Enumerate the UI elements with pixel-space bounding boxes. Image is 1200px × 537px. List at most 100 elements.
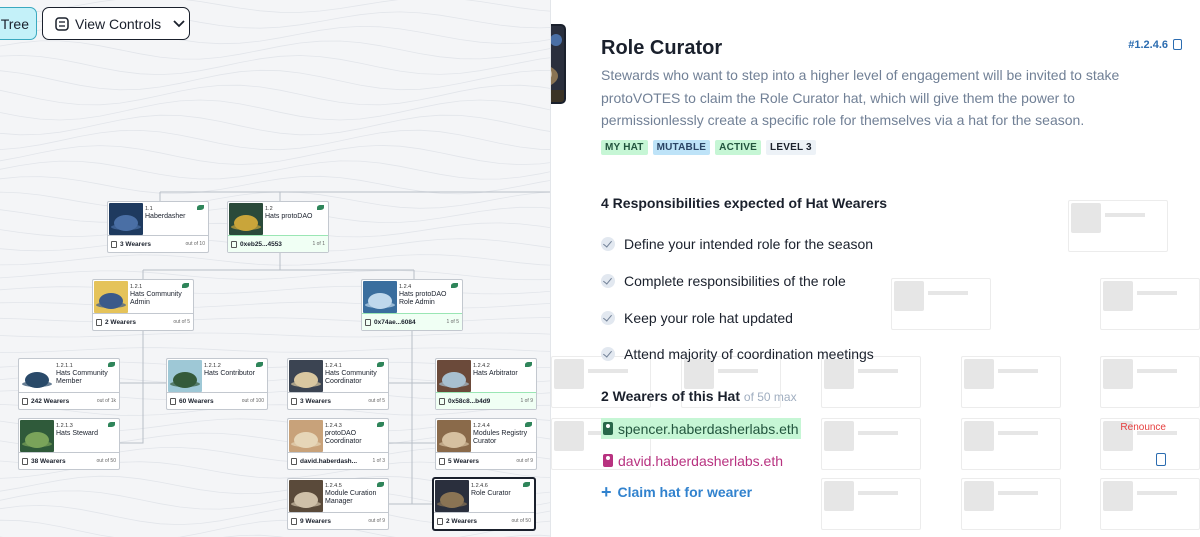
hat-node-name: protoDAO Coordinator [325,430,362,445]
hat-node-wearers: 38 Wearers [31,457,66,465]
hat-node[interactable]: 1.2.1.3 Hats Steward 38 Wearers out of 5… [18,418,120,470]
hat-node-id: 1.2.4.4 [473,423,490,429]
wearers-title: 2 Wearers of this Hat of 50 max [601,388,797,404]
faded-hat-node [1068,200,1168,252]
hat-node-footer: 242 Wearers out of 1k [19,392,119,409]
leaf-icon [108,362,115,367]
copy-icon[interactable] [1156,453,1166,466]
renounce-button[interactable]: Renounce [1120,422,1166,433]
wearer-icon [291,397,297,405]
hat-node[interactable]: 1.2 Hats protoDAO 0xeb25...4553 1 of 1 [227,201,329,253]
hat-thumbnail [229,203,263,235]
hat-node[interactable]: 1.2.1.1 Hats Community Member 242 Wearer… [18,358,120,410]
hat-title: Role Curator [601,37,723,59]
hat-node-name: Haberdasher [145,213,186,220]
faded-hat-node [821,478,921,530]
hat-node-wearers: 3 Wearers [300,397,331,405]
hat-node-footer: 2 Wearers out of 5 [93,313,193,330]
hat-node-max: out of 9 [368,518,385,524]
hat-node-id: 1.2.1.3 [56,423,73,429]
hat-node-footer: 5 Wearers out of 9 [436,452,536,469]
hat-node-name: Role Curator [471,490,511,497]
hat-node-max: 1 of 3 [372,458,385,464]
hat-node[interactable]: 1.2.4.1 Hats Community Coordinator 3 Wea… [287,358,389,410]
wallet-icon [603,454,613,467]
hat-id[interactable]: #1.2.4.6 [1128,39,1168,51]
copy-icon[interactable] [1173,39,1182,50]
claim-hat-button[interactable]: + Claim hat for wearer [601,482,752,502]
hat-node-footer: 9 Wearers out of 9 [288,512,388,529]
wearer-link[interactable]: david.haberdasherlabs.eth [601,450,785,471]
hat-node-name: Modules Registry Curator [473,430,528,445]
hat-badges: MY HAT MUTABLE ACTIVE LEVEL 3 [601,140,816,155]
hat-node-wearers: 2 Wearers [105,318,136,326]
wallet-icon [603,422,613,435]
hat-node-wearers: 0x58c8...b4d9 [448,397,491,405]
hat-node-id: 1.2.4.5 [325,483,342,489]
hat-node[interactable]: 1.1 Haberdasher 3 Wearers out of 10 [107,201,209,253]
tree-canvas[interactable]: Tree View Controls 1.1 Haberdasher 3 Wea… [0,0,551,537]
hat-node-name: Hats protoDAO [265,213,313,220]
faded-hat-node [961,356,1061,408]
hat-thumbnail [437,360,471,392]
hat-node-max: out of 5 [173,319,190,325]
hat-node-footer: 60 Wearers out of 100 [167,392,267,409]
plus-icon: + [601,482,612,502]
hat-node[interactable]: 1.2.4 Hats protoDAO Role Admin 0x74ae...… [361,279,463,331]
wearer-icon [291,517,297,525]
hat-thumbnail [109,203,143,235]
wearer-icon [439,397,445,405]
hat-node-footer: 0x58c8...b4d9 1 of 9 [436,392,536,409]
hat-node-wearers: 0xeb25...4553 [240,240,282,248]
hat-node-footer: 38 Wearers out of 50 [19,452,119,469]
hat-node[interactable]: 1.2.4.5 Module Curation Manager 9 Wearer… [287,478,389,530]
hat-node-max: out of 1k [96,398,116,404]
hat-node-id: 1.1 [145,206,153,212]
hat-node-id: 1.2.1.1 [56,363,73,369]
hat-node-name: Hats Community Coordinator [325,370,377,385]
hat-node-max: out of 50 [511,518,531,524]
hat-node-max: out of 10 [185,241,205,247]
hat-node-wearers: 9 Wearers [300,517,331,525]
wearer-icon [96,318,102,326]
wearer-icon [437,517,443,525]
wearer-link[interactable]: spencer.haberdasherlabs.eth [601,418,801,439]
responsibility-item: Keep your role hat updated [601,299,874,336]
hat-node-wearers: 0x74ae...6084 [374,318,416,326]
hat-node-id: 1.2.4.2 [473,363,490,369]
check-icon [601,237,615,252]
hat-node[interactable]: 1.2.1.2 Hats Contributor 60 Wearers out … [166,358,268,410]
leaf-icon [108,422,115,427]
hat-thumbnail [437,420,471,452]
leaf-icon [197,205,204,210]
hat-node[interactable]: 1.2.1 Hats Community Admin 2 Wearers out… [92,279,194,331]
leaf-icon [256,362,263,367]
hat-node[interactable]: 1.2.4.2 Hats Arbitrator 0x58c8...b4d9 1 … [435,358,537,410]
faded-hat-node [1100,478,1200,530]
hat-node-footer: 0x74ae...6084 1 of 5 [362,313,462,330]
hat-node-name: Hats protoDAO Role Admin [399,291,447,306]
hat-node-footer: 2 Wearers out of 50 [434,512,534,529]
hat-node-footer: 0xeb25...4553 1 of 1 [228,235,328,252]
leaf-icon [451,283,458,288]
hat-node[interactable]: 1.2.4.3 protoDAO Coordinator david.haber… [287,418,389,470]
responsibility-item: Attend majority of coordination meetings [601,336,874,373]
hat-thumbnail [289,420,323,452]
hat-detail-panel: Role Curator #1.2.4.6 Stewards who want … [551,0,1200,537]
hat-thumbnail [94,281,128,313]
leaf-icon [377,362,384,367]
leaf-icon [525,362,532,367]
mutable-badge: MUTABLE [652,140,711,155]
wearer-icon [291,457,297,465]
hat-node-max: out of 100 [241,398,264,404]
wearer-icon [22,457,28,465]
active-badge: ACTIVE [715,140,762,155]
hat-thumbnail [20,420,54,452]
wearer-icon [111,240,117,248]
check-icon [601,310,615,325]
hat-node-max: 1 of 9 [520,398,533,404]
wearer-icon [231,240,237,248]
hat-node-max: 1 of 1 [312,241,325,247]
hat-node[interactable]: 1.2.4.4 Modules Registry Curator 5 Weare… [435,418,537,470]
hat-node[interactable]: 1.2.4.6 Role Curator 2 Wearers out of 50 [433,478,535,530]
